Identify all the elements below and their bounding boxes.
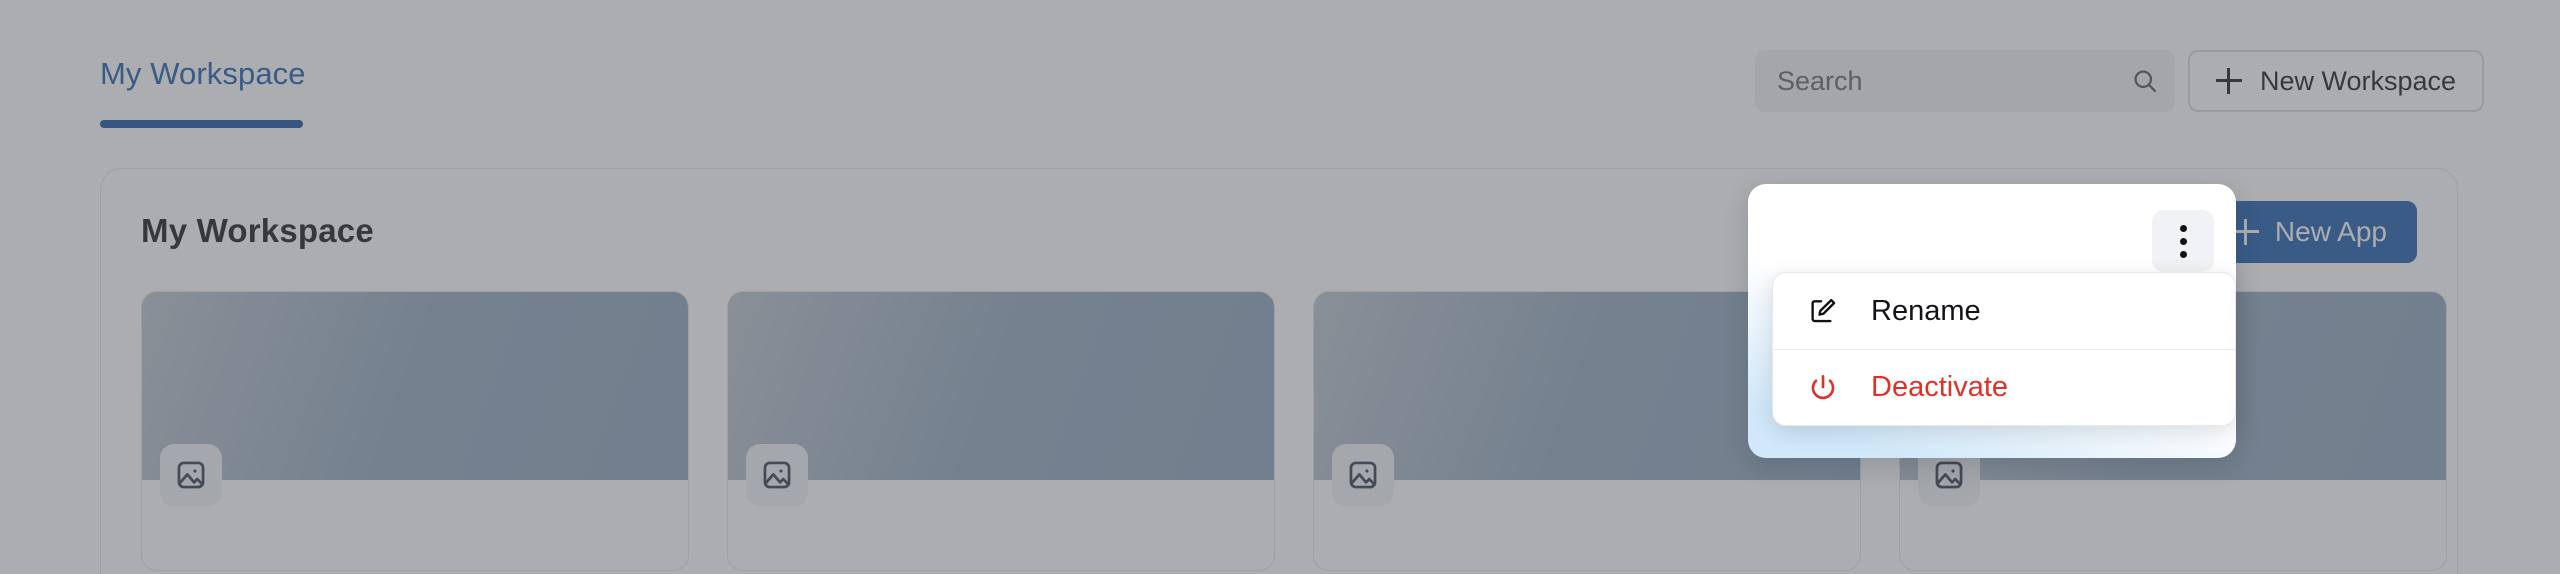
workspace-more-options-button[interactable]	[2152, 210, 2214, 272]
app-root: My Workspace New Workspace My Worksp	[0, 0, 2560, 574]
menu-item-rename[interactable]: Rename	[1773, 273, 2235, 349]
context-menu: Rename Deactivate	[1772, 272, 2236, 426]
menu-item-deactivate-label: Deactivate	[1871, 371, 2009, 403]
power-icon	[1807, 372, 1839, 404]
menu-item-rename-label: Rename	[1871, 294, 1981, 327]
more-vertical-icon-dot	[2179, 224, 2187, 232]
edit-pencil-icon	[1807, 295, 1839, 327]
menu-item-deactivate[interactable]: Deactivate	[1773, 349, 2235, 425]
more-vertical-icon-dot	[2179, 237, 2187, 245]
more-vertical-icon-dot	[2179, 250, 2187, 258]
